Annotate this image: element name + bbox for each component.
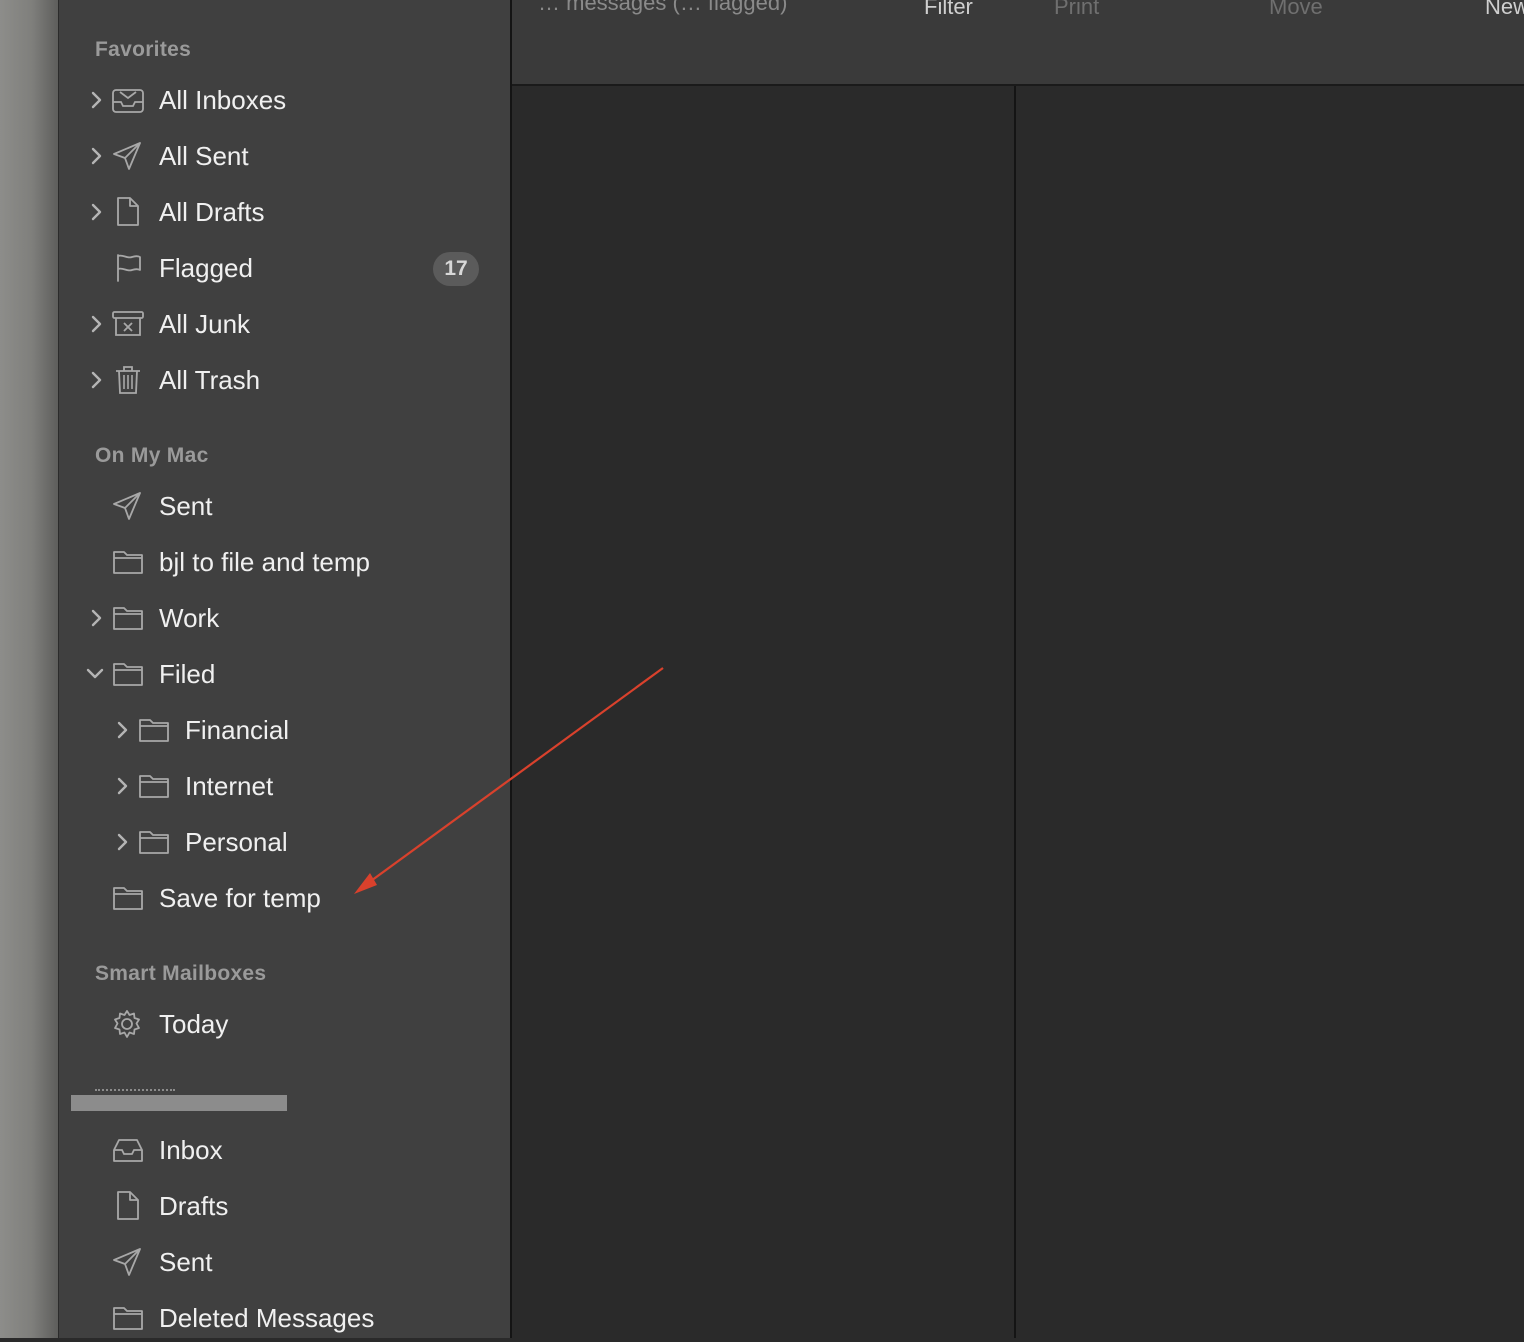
chevron-down-icon[interactable] <box>85 666 105 682</box>
sidebar-item-sent[interactable]: Sent <box>59 482 511 530</box>
sidebar-item-label: All Drafts <box>159 197 265 227</box>
unread-count-badge: 17 <box>433 252 479 286</box>
section-header-favorites[interactable]: Favorites <box>95 38 191 62</box>
sidebar-item-label: All Sent <box>159 141 249 171</box>
sidebar-item-all-trash[interactable]: All Trash <box>59 356 511 404</box>
print-button[interactable]: Print <box>1054 0 1099 20</box>
paper-plane-icon <box>111 1246 143 1278</box>
filter-button[interactable]: Filter <box>924 0 973 20</box>
sidebar-item-label: Personal <box>185 827 288 857</box>
folder-icon <box>111 602 143 634</box>
chevron-right-icon[interactable] <box>89 314 105 334</box>
sidebar-item-label: Internet <box>185 771 274 801</box>
message-viewer <box>1016 86 1524 1338</box>
sidebar-item-label: Sent <box>159 491 213 521</box>
mailbox-subtitle: … messages (… flagged) <box>538 0 788 15</box>
message-list[interactable] <box>512 86 1014 1338</box>
new-message-button[interactable]: New <box>1485 0 1524 20</box>
sidebar-item-label: Save for temp <box>159 883 321 913</box>
redacted-account-header <box>71 1089 287 1111</box>
sidebar-item-save-for-temp[interactable]: Save for temp <box>59 874 511 922</box>
section-header-smart-mailboxes[interactable]: Smart Mailboxes <box>95 962 266 986</box>
sidebar-item-filed[interactable]: Filed <box>59 650 511 698</box>
sidebar-item-bjl-to-file-and-temp[interactable]: bjl to file and temp <box>59 538 511 586</box>
chevron-right-icon[interactable] <box>115 832 131 852</box>
sidebar-item-label: All Inboxes <box>159 85 287 115</box>
sidebar-item-inbox[interactable]: Inbox <box>59 1126 511 1174</box>
sidebar-item-all-drafts[interactable]: All Drafts <box>59 188 511 236</box>
sidebar-item-drafts[interactable]: Drafts <box>59 1182 511 1230</box>
sidebar-item-label: bjl to file and temp <box>159 547 371 577</box>
sidebar-item-label: Sent <box>159 1247 213 1277</box>
paper-plane-icon <box>111 140 143 172</box>
chevron-right-icon[interactable] <box>89 146 105 166</box>
paper-plane-icon <box>111 490 143 522</box>
inbox-tray-icon <box>111 1134 143 1166</box>
move-button[interactable]: Move <box>1269 0 1323 20</box>
sidebar-item-all-junk[interactable]: All Junk <box>59 300 511 348</box>
sidebar-item-financial[interactable]: Financial <box>59 706 511 754</box>
folder-icon <box>111 1302 143 1334</box>
sidebar-item-label: Deleted Messages <box>159 1303 375 1333</box>
sidebar-item-label: Financial <box>185 715 290 745</box>
sidebar-item-flagged[interactable]: Flagged 17 <box>59 244 511 292</box>
sidebar-item-internet[interactable]: Internet <box>59 762 511 810</box>
mailbox-sidebar: Favorites All Inboxes All Sent All Draft… <box>58 0 511 1338</box>
chevron-right-icon[interactable] <box>89 90 105 110</box>
chevron-right-icon[interactable] <box>89 202 105 222</box>
folder-icon <box>137 770 169 802</box>
folder-icon <box>137 826 169 858</box>
document-icon <box>113 1190 145 1222</box>
gear-icon <box>111 1008 143 1040</box>
chevron-right-icon[interactable] <box>89 608 105 628</box>
sidebar-item-label: Today <box>159 1009 229 1039</box>
sidebar-item-work[interactable]: Work <box>59 594 511 642</box>
toolbar: … messages (… flagged) Filter Print Move… <box>512 0 1524 86</box>
section-header-on-my-mac[interactable]: On My Mac <box>95 444 209 468</box>
sidebar-item-label: All Trash <box>159 365 261 395</box>
junk-bin-icon <box>111 308 144 340</box>
folder-icon <box>111 546 143 578</box>
sidebar-item-today[interactable]: Today <box>59 1000 511 1048</box>
inbox-tray-icon <box>111 84 144 116</box>
flag-icon <box>113 252 145 284</box>
sidebar-item-all-inboxes[interactable]: All Inboxes <box>59 76 511 124</box>
sidebar-item-deleted-messages[interactable]: Deleted Messages <box>59 1294 511 1342</box>
sidebar-item-account-sent[interactable]: Sent <box>59 1238 511 1286</box>
sidebar-item-all-sent[interactable]: All Sent <box>59 132 511 180</box>
folder-icon <box>137 714 169 746</box>
sidebar-item-label: All Junk <box>159 309 251 339</box>
trash-icon <box>113 364 145 396</box>
chevron-right-icon[interactable] <box>115 720 131 740</box>
chevron-right-icon[interactable] <box>115 776 131 796</box>
folder-icon <box>111 658 143 690</box>
sidebar-item-label: Filed <box>159 659 216 689</box>
sidebar-item-label: Flagged <box>159 253 253 283</box>
sidebar-item-label: Inbox <box>159 1135 223 1165</box>
sidebar-item-personal[interactable]: Personal <box>59 818 511 866</box>
document-icon <box>113 196 145 228</box>
sidebar-item-label: Work <box>159 603 220 633</box>
sidebar-item-label: Drafts <box>159 1191 229 1221</box>
desktop-background <box>0 0 58 1338</box>
chevron-right-icon[interactable] <box>89 370 105 390</box>
folder-icon <box>111 882 143 914</box>
